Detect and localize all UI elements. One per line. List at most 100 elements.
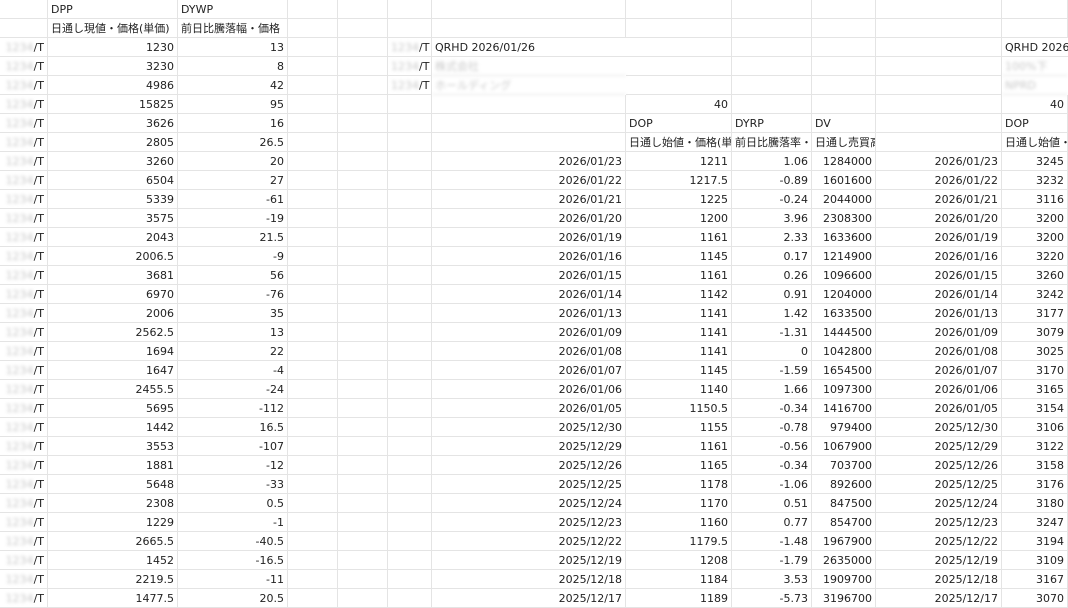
right-date[interactable]: 2026/01/13	[876, 304, 1002, 323]
sheet-cell[interactable]	[288, 247, 338, 266]
mid-date[interactable]: 2025/12/17	[432, 589, 626, 608]
dywp-value[interactable]: 21.5	[178, 228, 288, 247]
dywp-value[interactable]: 35	[178, 304, 288, 323]
sheet-cell[interactable]	[432, 95, 626, 114]
dywp-value[interactable]: 13	[178, 38, 288, 57]
right-date[interactable]: 2025/12/30	[876, 418, 1002, 437]
dpp-value[interactable]: 5695	[48, 399, 178, 418]
sheet-cell[interactable]	[338, 399, 388, 418]
mid-count[interactable]: 40	[626, 95, 732, 114]
sheet-cell[interactable]	[626, 0, 732, 19]
mid-title[interactable]: QRHD 2026/01/26	[432, 38, 626, 57]
sheet-cell[interactable]	[288, 114, 338, 133]
sheet-cell[interactable]	[732, 0, 812, 19]
sheet-cell[interactable]	[288, 304, 338, 323]
mid-dop[interactable]: 1225	[626, 190, 732, 209]
sheet-cell[interactable]	[288, 551, 338, 570]
ticker-cell[interactable]: 1234/T	[388, 76, 432, 95]
header-dv-sub[interactable]: 日通し売買高	[812, 133, 876, 152]
header-dyrp-sub[interactable]: 前日比騰落率・価格	[732, 133, 812, 152]
right-count[interactable]: 40	[1002, 95, 1068, 114]
mid-dv[interactable]: 3196700	[812, 589, 876, 608]
ticker-cell[interactable]: 1234/T	[0, 494, 48, 513]
sheet-cell[interactable]	[1002, 19, 1068, 38]
dywp-value[interactable]: -4	[178, 361, 288, 380]
dpp-value[interactable]: 3575	[48, 209, 178, 228]
mid-dop[interactable]: 1208	[626, 551, 732, 570]
sheet-cell[interactable]	[388, 95, 432, 114]
sheet-cell[interactable]	[338, 0, 388, 19]
dpp-value[interactable]: 2665.5	[48, 532, 178, 551]
sheet-cell[interactable]	[388, 228, 432, 247]
ticker-cell[interactable]: 1234/T	[0, 114, 48, 133]
mid-dop[interactable]: 1141	[626, 323, 732, 342]
sheet-cell[interactable]	[876, 0, 1002, 19]
dpp-value[interactable]: 3681	[48, 266, 178, 285]
right-date[interactable]: 2026/01/23	[876, 152, 1002, 171]
mid-blurred-name[interactable]: 株式会社	[432, 57, 626, 76]
sheet-cell[interactable]	[338, 304, 388, 323]
sheet-cell[interactable]	[338, 494, 388, 513]
header-dpp-sub[interactable]: 日通し現値・価格(単価)	[48, 19, 178, 38]
dpp-value[interactable]: 1452	[48, 551, 178, 570]
right-dop[interactable]: 3245	[1002, 152, 1068, 171]
mid-date[interactable]: 2026/01/14	[432, 285, 626, 304]
mid-dv[interactable]: 2635000	[812, 551, 876, 570]
sheet-cell[interactable]	[338, 247, 388, 266]
dpp-value[interactable]: 2219.5	[48, 570, 178, 589]
mid-dv[interactable]: 979400	[812, 418, 876, 437]
dywp-value[interactable]: -76	[178, 285, 288, 304]
ticker-cell[interactable]: 1234/T	[0, 171, 48, 190]
mid-dv[interactable]: 703700	[812, 456, 876, 475]
mid-dv[interactable]: 1042800	[812, 342, 876, 361]
sheet-cell[interactable]	[1002, 0, 1068, 19]
sheet-cell[interactable]	[0, 19, 48, 38]
sheet-cell[interactable]	[288, 228, 338, 247]
sheet-cell[interactable]	[812, 19, 876, 38]
mid-dyrp[interactable]: 0	[732, 342, 812, 361]
mid-dop[interactable]: 1211	[626, 152, 732, 171]
ticker-cell[interactable]: 1234/T	[0, 76, 48, 95]
right-dop[interactable]: 3167	[1002, 570, 1068, 589]
mid-dyrp[interactable]: -5.73	[732, 589, 812, 608]
sheet-cell[interactable]	[338, 57, 388, 76]
dpp-value[interactable]: 1881	[48, 456, 178, 475]
dpp-value[interactable]: 1230	[48, 38, 178, 57]
right-date[interactable]: 2025/12/18	[876, 570, 1002, 589]
mid-dop[interactable]: 1217.5	[626, 171, 732, 190]
mid-dyrp[interactable]: -0.24	[732, 190, 812, 209]
sheet-cell[interactable]	[288, 399, 338, 418]
right-blurred-name[interactable]: 100%下	[1002, 57, 1068, 76]
mid-dop[interactable]: 1142	[626, 285, 732, 304]
mid-dop[interactable]: 1150.5	[626, 399, 732, 418]
mid-date[interactable]: 2025/12/24	[432, 494, 626, 513]
mid-dyrp[interactable]: -1.48	[732, 532, 812, 551]
mid-date[interactable]: 2026/01/20	[432, 209, 626, 228]
ticker-cell[interactable]: 1234/T	[0, 532, 48, 551]
dpp-value[interactable]: 3553	[48, 437, 178, 456]
mid-dop[interactable]: 1141	[626, 342, 732, 361]
sheet-cell[interactable]	[812, 0, 876, 19]
right-dop[interactable]: 3170	[1002, 361, 1068, 380]
mid-dv[interactable]: 1967900	[812, 532, 876, 551]
mid-date[interactable]: 2026/01/09	[432, 323, 626, 342]
ticker-cell[interactable]: 1234/T	[0, 513, 48, 532]
ticker-cell[interactable]: 1234/T	[0, 551, 48, 570]
sheet-cell[interactable]	[388, 589, 432, 608]
sheet-cell[interactable]	[388, 133, 432, 152]
mid-dv[interactable]: 847500	[812, 494, 876, 513]
right-date[interactable]: 2025/12/17	[876, 589, 1002, 608]
sheet-cell[interactable]	[626, 76, 732, 95]
mid-date[interactable]: 2026/01/06	[432, 380, 626, 399]
sheet-cell[interactable]	[288, 152, 338, 171]
dywp-value[interactable]: 16.5	[178, 418, 288, 437]
dpp-value[interactable]: 3626	[48, 114, 178, 133]
ticker-cell[interactable]: 1234/T	[0, 209, 48, 228]
right-date[interactable]: 2025/12/24	[876, 494, 1002, 513]
mid-date[interactable]: 2025/12/25	[432, 475, 626, 494]
sheet-cell[interactable]	[288, 209, 338, 228]
mid-dyrp[interactable]: 0.77	[732, 513, 812, 532]
mid-date[interactable]: 2025/12/23	[432, 513, 626, 532]
sheet-cell[interactable]	[732, 57, 812, 76]
header-dywp[interactable]: DYWP	[178, 0, 288, 19]
